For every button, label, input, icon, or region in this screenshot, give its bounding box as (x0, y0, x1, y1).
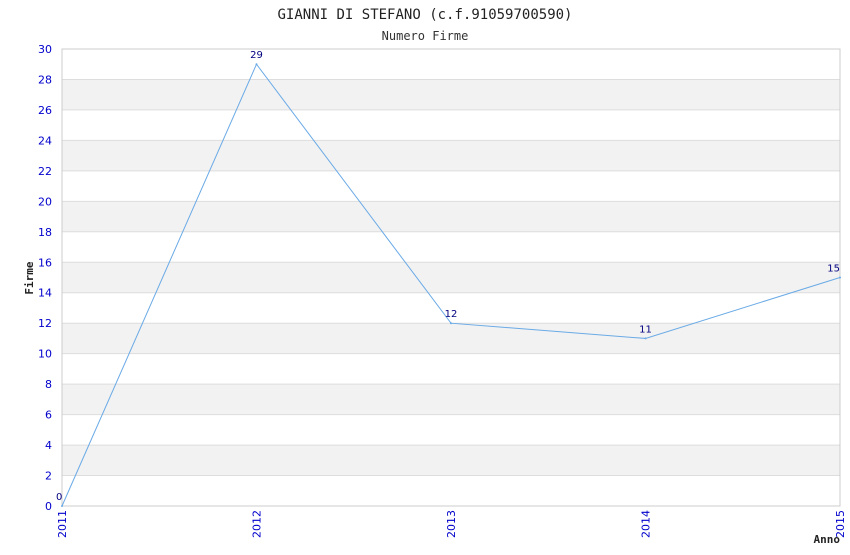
data-label: 12 (445, 309, 458, 320)
x-tick-label: 2011 (56, 510, 69, 538)
y-tick-label: 22 (38, 165, 52, 178)
y-tick-label: 20 (38, 195, 52, 208)
chart-title: GIANNI DI STEFANO (c.f.91059700590) (277, 7, 572, 23)
y-tick-label: 24 (38, 134, 52, 147)
x-tick-label: 2013 (445, 510, 458, 538)
data-label: 29 (250, 50, 263, 61)
y-tick-label: 16 (38, 256, 52, 269)
grid-band (62, 201, 840, 232)
data-point (61, 505, 63, 507)
y-tick-label: 30 (38, 43, 52, 56)
line-chart: 024681012141618202224262830 2011 2012 2013… (23, 7, 847, 546)
data-label: 11 (639, 324, 652, 335)
grid-band (62, 445, 840, 476)
data-point (450, 322, 452, 325)
data-point (255, 63, 258, 66)
y-axis-label: Firme (23, 261, 36, 294)
y-tick-label: 28 (38, 73, 52, 86)
x-tick-label: 2014 (640, 510, 653, 538)
grid-band (62, 140, 840, 171)
y-tick-label: 6 (45, 409, 52, 422)
x-axis-label: Anno (814, 533, 841, 546)
y-axis-ticks: 024681012141618202224262830 (38, 43, 52, 513)
x-tick-label: 2012 (251, 510, 264, 538)
grid-band (62, 323, 840, 354)
y-tick-label: 18 (38, 226, 52, 239)
y-tick-label: 2 (45, 470, 52, 483)
y-tick-label: 14 (38, 287, 52, 300)
data-label: 0 (56, 492, 62, 503)
y-tick-label: 8 (45, 378, 52, 391)
grid-band (62, 262, 840, 293)
data-label: 15 (827, 264, 840, 275)
y-tick-label: 4 (45, 439, 52, 452)
plot-background (62, 79, 840, 476)
y-tick-label: 0 (45, 500, 52, 513)
y-tick-label: 26 (38, 104, 52, 117)
chart-subtitle: Numero Firme (382, 29, 469, 43)
chart: 0 2 4 6 8 10 12 14 16 18 20 22 24 26 28 30 2011 2012 2013… (0, 0, 850, 550)
data-point (644, 337, 647, 340)
y-tick-label: 10 (38, 348, 52, 361)
x-axis-ticks: 2011 2012 2013 2014 2015 (56, 510, 847, 538)
grid-band (62, 384, 840, 415)
data-point (839, 276, 841, 279)
y-tick-label: 12 (38, 317, 52, 330)
grid-band (62, 79, 840, 110)
